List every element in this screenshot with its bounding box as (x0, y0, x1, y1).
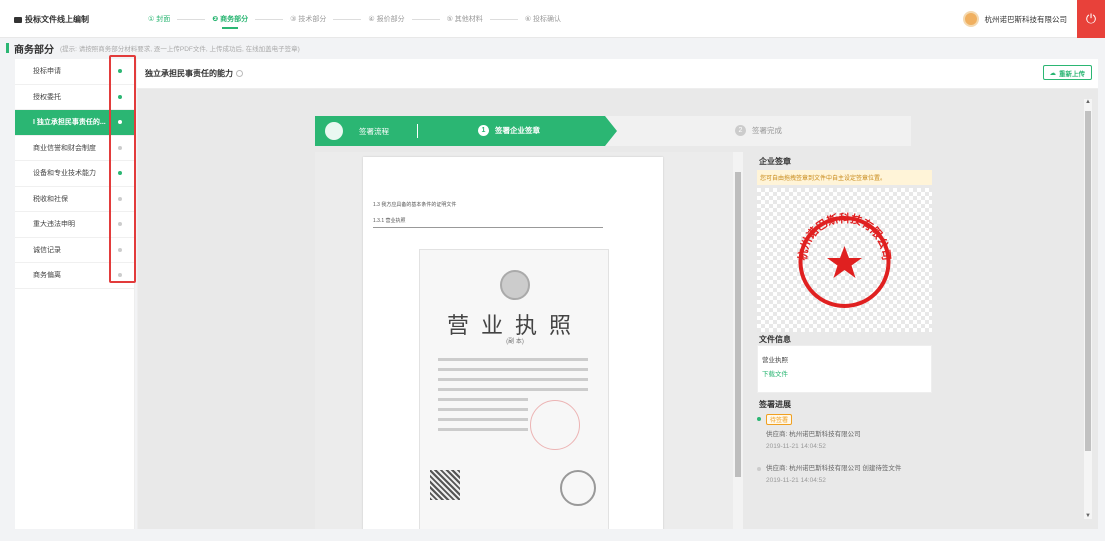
progress-item: 供应商: 杭州诺巴斯科技有限公司 创建待签文件 2019-11-21 14:04… (757, 464, 932, 484)
seal-title: 企业签章 (759, 157, 791, 166)
avatar (962, 11, 979, 27)
reupload-button[interactable]: ☁ 重新上传 (1042, 65, 1092, 80)
signing-flow-bar: 签署流程 1 签署企业签章 2 签署完成 (315, 116, 911, 146)
flow-step-sign: 1 签署企业签章 (478, 125, 540, 136)
signing-side-panel: 企业签章 您可自由拖拽签章到文件中自主设定签章位置。 杭州诺巴斯科技有限公司 文… (753, 152, 933, 529)
progress-text: 供应商: 杭州诺巴斯科技有限公司 (766, 431, 861, 438)
step-technical[interactable]: ③ 技术部分 (290, 14, 326, 24)
flow-label: 签署流程 (359, 127, 389, 136)
progress-time: 2019-11-21 14:04:52 (766, 477, 826, 485)
sidebar-item-label: 授权委托 (33, 93, 61, 101)
sidebar-item-label: 设备和专业技术能力 (33, 170, 96, 178)
step-connector (177, 18, 206, 20)
seal-notice: 您可自由拖拽签章到文件中自主设定签章位置。 (757, 170, 932, 185)
flow-step-sign-label: 签署企业签章 (495, 126, 540, 135)
folder-icon (14, 16, 22, 23)
main-header: 独立承担民事责任的能力 ☁ 重新上传 (137, 59, 1098, 89)
sidebar-item-label: I 独立承担民事责任的... (33, 119, 106, 127)
step-business[interactable]: ❷ 商务部分 (212, 14, 248, 29)
file-info-title: 文件信息 (759, 335, 791, 344)
license-text-line (438, 418, 528, 421)
app-title-text: 投标文件线上编制 (25, 15, 89, 24)
sidebar-item-label: 重大违法申明 (33, 221, 75, 229)
step-indicator: ① 封面 ❷ 商务部分 ③ 技术部分 ④ 报价部分 ⑤ 其他材料 ⑥ 投标确认 (148, 14, 561, 29)
step-confirm[interactable]: ⑥ 投标确认 (525, 14, 561, 24)
document-preview[interactable]: 1.3 我方应具备的基本条件的证明文件 1.3.1 营业执照 营业执照 (副 本… (315, 152, 743, 529)
document-heading: 1.3 我方应具备的基本条件的证明文件 (373, 202, 457, 208)
license-text-line (438, 408, 528, 411)
section-title: 商务部分 (14, 44, 54, 56)
scroll-up-icon[interactable]: ▲ (1084, 99, 1092, 105)
flow-progress: 签署流程 1 签署企业签章 (315, 116, 617, 146)
section-header: 商务部分 (提示: 请按照商务部分材料要求, 逐一上传PDF文件, 上传成功后,… (0, 38, 1105, 58)
step-number: 2 (735, 125, 746, 136)
download-link[interactable]: 下载文件 (762, 368, 927, 378)
step-number: 1 (478, 125, 489, 136)
power-icon: ⏻ (1085, 11, 1097, 26)
license-text-line (438, 398, 528, 401)
scrollbar-thumb[interactable] (735, 172, 741, 477)
main-title: 独立承担民事责任的能力 (145, 69, 233, 78)
sidebar-item-label: 商务偏离 (33, 272, 61, 280)
app-title: 投标文件线上编制 (14, 14, 89, 25)
step-quote[interactable]: ④ 报价部分 (368, 14, 404, 24)
step-connector (489, 18, 518, 20)
license-text-line (438, 358, 588, 361)
step-connector (333, 18, 362, 20)
flow-step-complete: 2 签署完成 (735, 125, 782, 136)
status-dot-icon (757, 467, 761, 472)
step-cover[interactable]: ① 封面 (148, 14, 170, 24)
sidebar-item-label: 诚信记录 (33, 246, 61, 254)
step-other[interactable]: ⑤ 其他材料 (447, 14, 483, 24)
document-scrollbar[interactable] (733, 152, 743, 529)
document-page: 1.3 我方应具备的基本条件的证明文件 1.3.1 营业执照 营业执照 (副 本… (363, 157, 663, 529)
cloud-upload-icon: ☁ (1049, 69, 1057, 77)
sidebar-item-label: 商业信誉和财会制度 (33, 144, 96, 152)
registration-seal (560, 470, 596, 506)
help-icon[interactable] (236, 70, 243, 77)
viewer-scrollbar[interactable]: ▲ ▼ (1084, 99, 1092, 519)
step-connector (255, 18, 284, 20)
file-info-card: 营业执照 下载文件 (757, 345, 932, 393)
progress-text: 供应商: 杭州诺巴斯科技有限公司 创建待签文件 (766, 465, 902, 473)
license-text-line (438, 428, 528, 431)
signing-mascot-icon (325, 122, 343, 140)
business-license-image: 营业执照 (副 本) (419, 249, 609, 529)
progress-time: 2019-11-21 14:04:52 (766, 443, 826, 451)
scroll-down-icon[interactable]: ▼ (1084, 513, 1092, 519)
national-emblem-icon (500, 270, 530, 300)
status-dot-icon (757, 417, 761, 421)
top-bar: 投标文件线上编制 ① 封面 ❷ 商务部分 ③ 技术部分 ④ 报价部分 ⑤ 其他材… (0, 0, 1105, 38)
sidebar-item-label: 税收和社保 (33, 195, 68, 203)
flow-step-complete-label: 签署完成 (752, 126, 782, 135)
step-connector (411, 18, 440, 20)
sidebar-item-label: 投标申请 (33, 68, 61, 76)
scrollbar-thumb[interactable] (1085, 111, 1091, 451)
company-seal-icon[interactable]: 杭州诺巴斯科技有限公司 (757, 188, 932, 332)
qr-code (430, 470, 460, 500)
progress-item: 待签署 供应商: 杭州诺巴斯科技有限公司 2019-11-21 14:04:52 (757, 414, 932, 450)
document-subheading: 1.3.1 营业执照 (373, 218, 406, 224)
user-menu[interactable]: 杭州诺巴斯科技有限公司 (962, 11, 1068, 27)
section-accent-bar (6, 43, 9, 53)
license-text-line (438, 378, 588, 381)
license-text-line (438, 368, 588, 371)
company-name: 杭州诺巴斯科技有限公司 (984, 14, 1068, 24)
divider (417, 124, 418, 138)
license-text-line (438, 388, 588, 391)
file-name: 营业执照 (762, 357, 788, 364)
license-stamp (530, 400, 580, 450)
license-subtitle: (副 本) (506, 339, 524, 345)
divider (373, 227, 603, 228)
main-panel: 独立承担民事责任的能力 ☁ 重新上传 ▲ ▼ 签署流程 1 签署企业签章 2 签… (137, 59, 1098, 529)
seal-draggable-area[interactable]: 杭州诺巴斯科技有限公司 (757, 188, 932, 332)
status-badge: 待签署 (766, 414, 793, 425)
highlight-box (109, 55, 136, 283)
signing-progress: 待签署 供应商: 杭州诺巴斯科技有限公司 2019-11-21 14:04:52… (757, 414, 932, 494)
reupload-label: 重新上传 (1059, 70, 1085, 78)
power-button[interactable]: ⏻ (1077, 0, 1105, 38)
progress-title: 签署进展 (759, 400, 791, 409)
section-hint: (提示: 请按照商务部分材料要求, 逐一上传PDF文件, 上传成功后, 在线加盖… (60, 46, 300, 53)
